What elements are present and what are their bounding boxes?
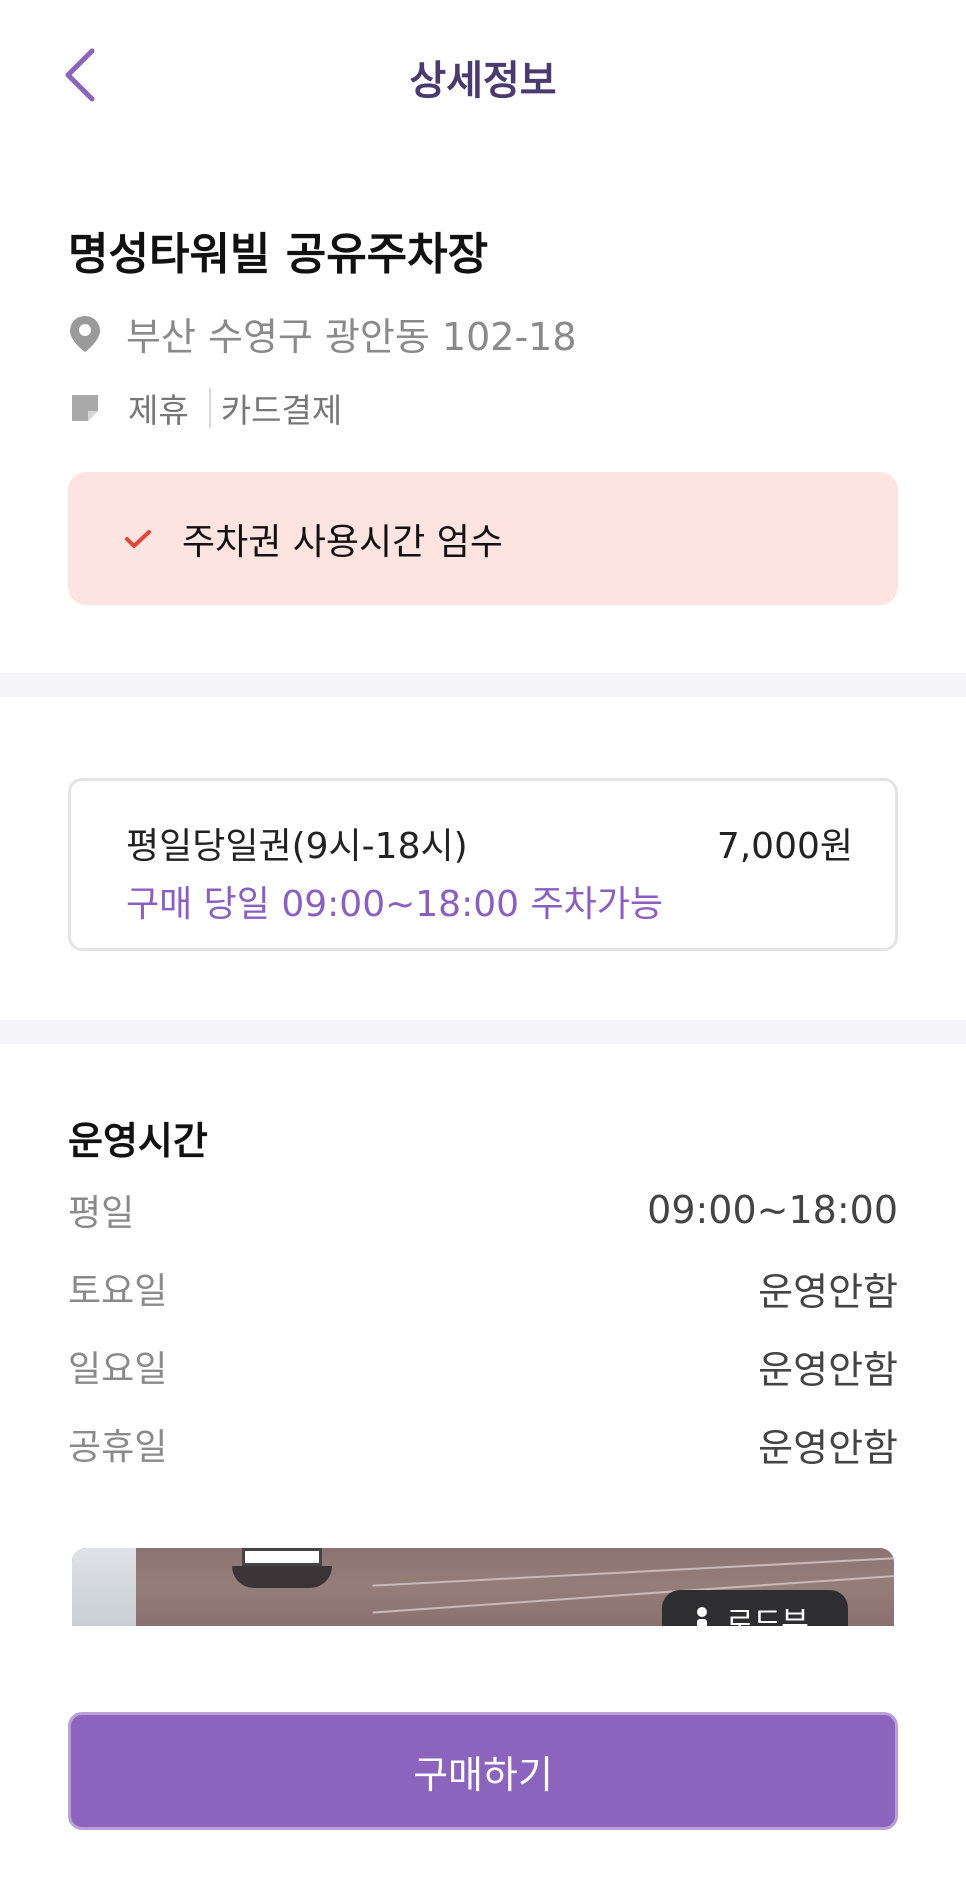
hours-day: 공휴일	[68, 1427, 168, 1468]
hours-day: 토요일	[68, 1271, 168, 1312]
tags-row: 제휴 카드결제	[68, 384, 342, 432]
parking-photo[interactable]: 로드뷰	[72, 1548, 894, 1626]
person-icon	[697, 1607, 707, 1626]
address-row: 부산 수영구 광안동 102-18	[68, 306, 577, 361]
check-icon	[125, 529, 151, 548]
hours-row-holiday: 공휴일 운영안함	[68, 1419, 898, 1470]
tag-divider	[208, 388, 211, 428]
notice-text: 주차권 사용시간 엄수	[182, 521, 503, 563]
hours-row-sunday: 일요일 운영안함	[68, 1341, 898, 1392]
notice-box: 주차권 사용시간 엄수	[68, 472, 898, 605]
buy-button[interactable]: 구매하기	[68, 1712, 898, 1830]
tag-partner: 제휴	[128, 391, 189, 430]
section-divider	[0, 673, 966, 697]
ticket-description: 구매 당일 09:00~18:00 주차가능	[126, 884, 663, 925]
hours-time: 09:00~18:00	[647, 1188, 898, 1232]
ticket-card[interactable]: 평일당일권(9시-18시) 7,000원 구매 당일 09:00~18:00 주…	[68, 778, 898, 951]
buy-button-label: 구매하기	[413, 1752, 553, 1797]
ticket-name: 평일당일권(9시-18시)	[126, 826, 468, 867]
hours-time: 운영안함	[758, 1425, 898, 1470]
photo-building-left	[72, 1548, 136, 1626]
ticket-price: 7,000원	[716, 826, 853, 867]
lot-name: 명성타워빌 공유주차장	[68, 229, 489, 280]
tag-card-payment: 카드결제	[220, 391, 343, 430]
address-text: 부산 수영구 광안동 102-18	[126, 315, 577, 359]
page-title: 상세정보	[409, 58, 557, 104]
hours-time: 운영안함	[758, 1347, 898, 1392]
location-pin-icon	[70, 315, 100, 352]
hours-day: 평일	[68, 1193, 135, 1234]
hours-row-saturday: 토요일 운영안함	[68, 1263, 898, 1314]
header: 상세정보	[0, 0, 966, 150]
note-icon	[72, 395, 98, 421]
hours-day: 일요일	[68, 1349, 168, 1390]
hours-row-weekday: 평일 09:00~18:00	[68, 1185, 898, 1235]
roadview-label: 로드뷰	[726, 1606, 809, 1626]
photo-window-sill	[232, 1566, 332, 1588]
hours-time: 운영안함	[758, 1269, 898, 1314]
hours-title: 운영시간	[68, 1119, 208, 1163]
roadview-button[interactable]: 로드뷰	[662, 1590, 848, 1626]
section-divider	[0, 1020, 966, 1044]
photo-window	[242, 1548, 322, 1566]
